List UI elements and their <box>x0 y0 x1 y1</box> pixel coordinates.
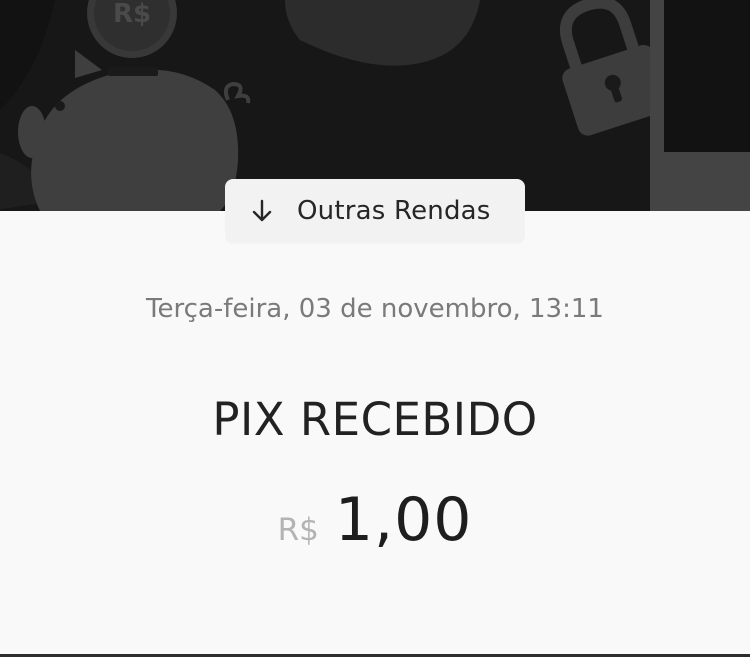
transaction-title: PIX RECEBIDO <box>212 393 538 446</box>
amount-row: R$ 1,00 <box>0 485 750 555</box>
blob-shape <box>285 0 480 66</box>
arrow-down-icon <box>249 198 275 224</box>
category-chip[interactable]: Outras Rendas <box>225 179 525 243</box>
coin-symbol: R$ <box>113 0 151 29</box>
transaction-amount: 1,00 <box>334 485 473 555</box>
transaction-date: Terça-feira, 03 de novembro, 13:11 <box>146 294 604 324</box>
currency-symbol: R$ <box>277 512 319 548</box>
piggy-bank-icon <box>18 50 251 211</box>
category-label: Outras Rendas <box>297 196 491 226</box>
device-frame <box>650 0 750 211</box>
coin-icon: R$ <box>87 0 177 58</box>
